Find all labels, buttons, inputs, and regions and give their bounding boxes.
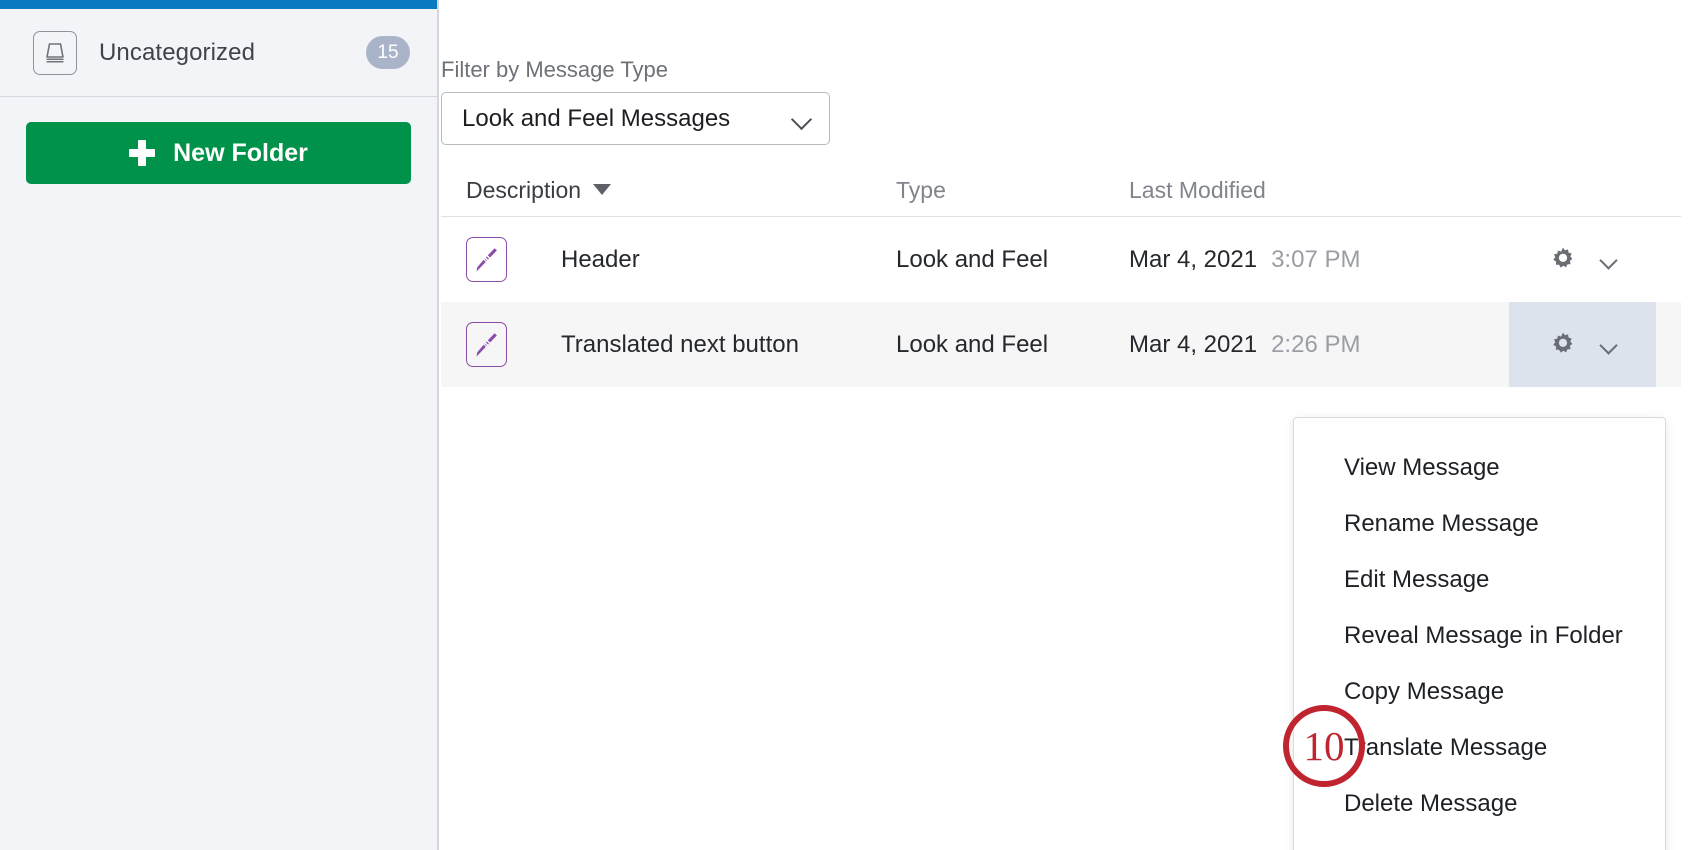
cell-type: Look and Feel (896, 245, 1049, 273)
message-type-filter-select[interactable]: Look and Feel Messages (441, 92, 830, 145)
step-annotation-badge: 10 (1283, 705, 1365, 787)
new-folder-container: New Folder (0, 98, 437, 184)
new-folder-button-label: New Folder (173, 138, 308, 167)
gear-icon[interactable] (1548, 330, 1578, 360)
cell-actions[interactable] (1509, 302, 1656, 387)
sidebar-item-label: Uncategorized (99, 38, 256, 66)
app-root: Uncategorized 15 New Folder Filter by Me… (0, 0, 1700, 850)
last-modified-date: Mar 4, 2021 (1129, 245, 1258, 273)
paintbrush-icon (466, 322, 507, 367)
column-header-actions (1509, 204, 1656, 216)
column-header-last-modified[interactable]: Last Modified (1129, 177, 1509, 216)
chevron-down-icon (791, 108, 813, 130)
menu-item-reveal-message-in-folder[interactable]: Reveal Message in Folder (1294, 608, 1665, 664)
filter-label: Filter by Message Type (441, 57, 669, 82)
cell-last-modified: Mar 4, 2021 3:07 PM (1129, 217, 1509, 302)
message-context-menu: View Message Rename Message Edit Message… (1293, 417, 1666, 850)
cell-actions[interactable] (1509, 217, 1656, 302)
menu-item-delete-message[interactable]: Delete Message (1294, 776, 1665, 832)
cell-description: Translated next button (441, 302, 896, 387)
inbox-tray-icon (33, 30, 77, 75)
menu-item-edit-message[interactable]: Edit Message (1294, 552, 1665, 608)
folders-sidebar: Uncategorized 15 New Folder (0, 0, 439, 850)
table-row[interactable]: Header Look and Feel Mar 4, 2021 3:07 PM (441, 217, 1681, 302)
last-modified-time: 2:26 PM (1271, 330, 1361, 358)
message-description: Translated next button (561, 330, 799, 358)
menu-item-view-message[interactable]: View Message (1294, 440, 1665, 496)
menu-item-rename-message[interactable]: Rename Message (1294, 496, 1665, 552)
chevron-down-icon[interactable] (1600, 336, 1618, 354)
folder-list: Uncategorized 15 (0, 9, 437, 97)
table-header-row: Description Type Last Modified (441, 160, 1681, 217)
paintbrush-icon (466, 237, 507, 282)
message-description: Header (561, 245, 640, 273)
gear-icon[interactable] (1548, 245, 1578, 275)
last-modified-time: 3:07 PM (1271, 245, 1361, 273)
column-header-description[interactable]: Description (441, 177, 896, 216)
new-folder-button[interactable]: New Folder (26, 122, 411, 184)
column-header-description-label: Description (466, 177, 582, 203)
sort-descending-caret-icon (593, 184, 612, 195)
last-modified-date: Mar 4, 2021 (1129, 330, 1258, 358)
column-header-type[interactable]: Type (896, 177, 1129, 216)
cell-last-modified: Mar 4, 2021 2:26 PM (1129, 302, 1509, 387)
cell-description: Header (441, 217, 896, 302)
plus-icon (129, 140, 156, 166)
filter-selected-value: Look and Feel Messages (462, 104, 731, 132)
messages-table: Description Type Last Modified Header Lo… (441, 160, 1681, 387)
menu-item-copy-message[interactable]: Copy Message (1294, 664, 1665, 720)
folder-count-badge: 15 (366, 36, 410, 69)
chevron-down-icon[interactable] (1600, 251, 1618, 269)
sidebar-accent-bar (0, 0, 437, 9)
sidebar-item-uncategorized[interactable]: Uncategorized 15 (0, 9, 437, 97)
cell-type: Look and Feel (896, 330, 1049, 358)
table-row[interactable]: Translated next button Look and Feel Mar… (441, 302, 1681, 387)
